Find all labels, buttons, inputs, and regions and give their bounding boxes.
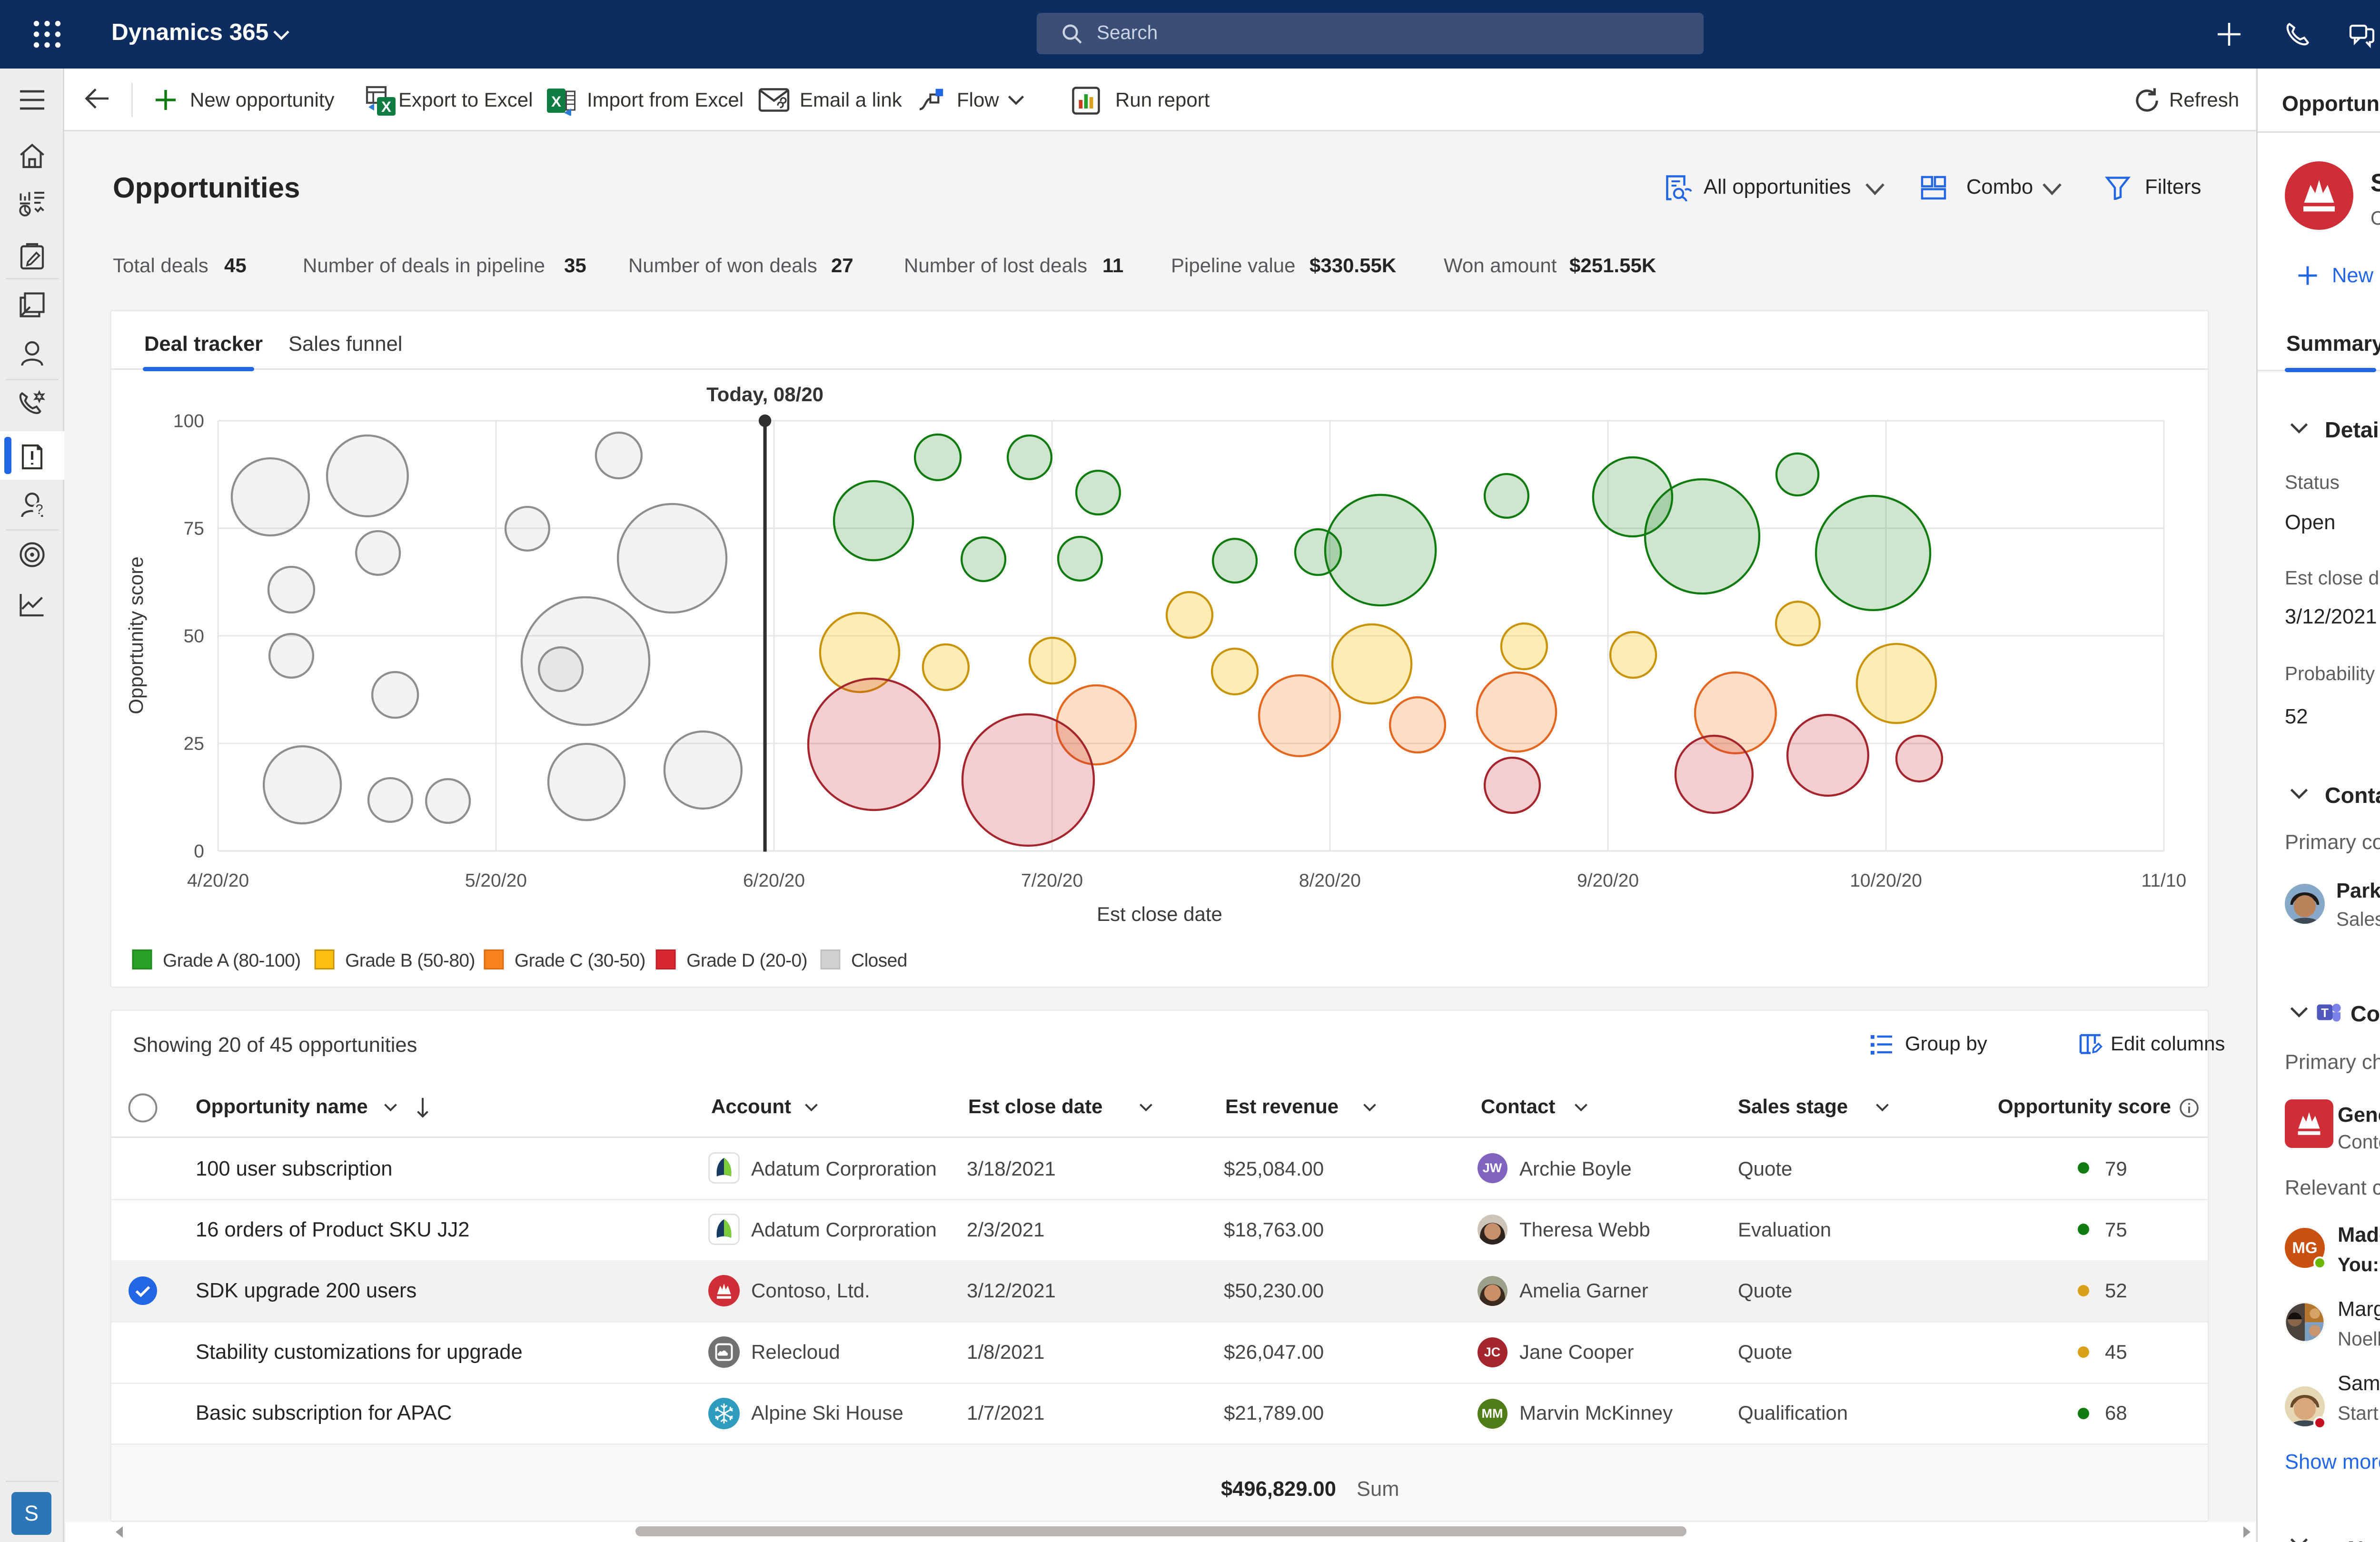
svg-text:Est close date: Est close date — [1097, 903, 1222, 925]
svg-text:T: T — [2321, 1007, 2329, 1020]
svg-text:Opportunity score: Opportunity score — [125, 556, 147, 714]
svg-text:75: 75 — [184, 519, 204, 539]
svg-text:8/20/20: 8/20/20 — [1299, 870, 1361, 891]
svg-text:Today, 08/20: Today, 08/20 — [706, 383, 823, 405]
svg-text:10/20/20: 10/20/20 — [1850, 870, 1922, 891]
svg-text:11/10: 11/10 — [2142, 870, 2187, 891]
svg-text:5/20/20: 5/20/20 — [465, 870, 527, 891]
svg-text:9/20/20: 9/20/20 — [1577, 870, 1639, 891]
svg-text:0: 0 — [194, 841, 204, 862]
svg-text:50: 50 — [184, 626, 204, 646]
svg-text:25: 25 — [184, 734, 204, 754]
svg-text:100: 100 — [173, 411, 204, 432]
svg-text:Grade D (20-0): Grade D (20-0) — [686, 950, 807, 971]
svg-text:Grade C (30-50): Grade C (30-50) — [515, 950, 645, 971]
svg-text:Grade A (80-100): Grade A (80-100) — [163, 950, 301, 971]
svg-text:4/20/20: 4/20/20 — [187, 870, 249, 891]
svg-text:X: X — [381, 98, 391, 115]
svg-text:X: X — [551, 93, 561, 110]
svg-text:6/20/20: 6/20/20 — [743, 870, 805, 891]
svg-text:Grade B (50-80): Grade B (50-80) — [345, 950, 475, 971]
svg-text:7/20/20: 7/20/20 — [1021, 870, 1083, 891]
svg-text:Closed: Closed — [851, 950, 907, 971]
svg-text:?: ? — [36, 502, 43, 517]
